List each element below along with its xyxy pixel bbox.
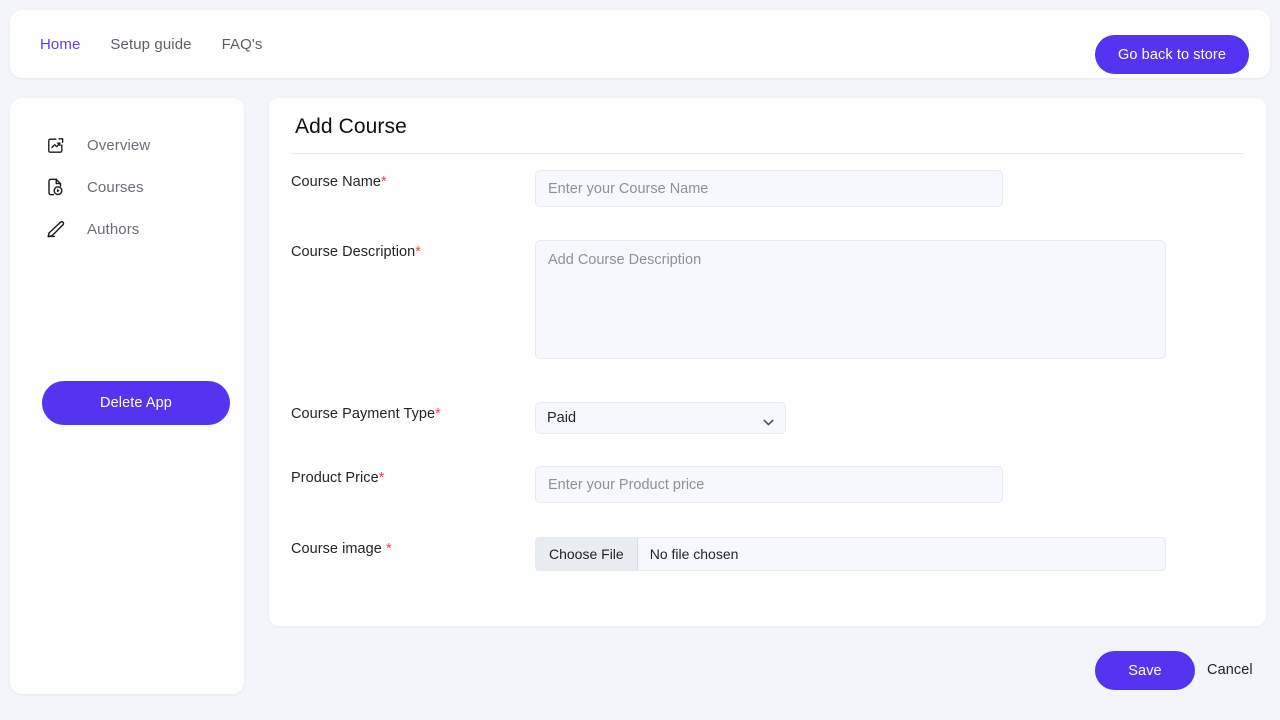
add-course-form-card: Add Course Course Name* Course Descripti… (269, 98, 1266, 626)
course-payment-type-select[interactable]: Paid (535, 402, 786, 434)
sidebar-item-label: Courses (87, 179, 144, 196)
required-asterisk: * (381, 174, 387, 190)
course-image-file-input[interactable]: Choose File No file chosen (535, 537, 1166, 571)
field-course-description: Course Description* (291, 240, 1244, 364)
save-button[interactable]: Save (1095, 651, 1195, 690)
field-product-price: Product Price* (291, 466, 1244, 503)
chart-square-icon (44, 134, 66, 156)
sidebar-item-label: Overview (87, 137, 150, 154)
course-payment-type-label: Course Payment Type* (291, 402, 535, 434)
top-navigation-bar: Home Setup guide FAQ's Go back to store (10, 10, 1270, 78)
sidebar-item-overview[interactable]: Overview (10, 128, 244, 162)
nav-link-setup-guide[interactable]: Setup guide (110, 36, 191, 53)
sidebar: Overview Courses Authors Delete App (10, 98, 244, 694)
product-price-input[interactable] (535, 466, 1003, 503)
required-asterisk: * (386, 541, 392, 557)
course-payment-type-select-wrapper: Paid (535, 402, 786, 434)
nav-link-faqs[interactable]: FAQ's (222, 36, 263, 53)
file-status-text: No file chosen (638, 538, 739, 570)
course-image-label: Course image * (291, 537, 535, 571)
required-asterisk: * (415, 244, 421, 260)
pencil-icon (44, 218, 66, 240)
course-name-label: Course Name* (291, 170, 535, 207)
sidebar-item-courses[interactable]: Courses (10, 170, 244, 204)
field-course-name: Course Name* (291, 170, 1244, 207)
field-course-image: Course image * Choose File No file chose… (291, 537, 1244, 571)
file-play-icon (44, 176, 66, 198)
page-title: Add Course (295, 115, 407, 139)
nav-links: Home Setup guide FAQ's (40, 36, 262, 53)
required-asterisk: * (379, 470, 385, 486)
product-price-label: Product Price* (291, 466, 535, 503)
go-back-to-store-button[interactable]: Go back to store (1095, 35, 1249, 74)
choose-file-button[interactable]: Choose File (536, 538, 638, 570)
sidebar-item-label: Authors (87, 221, 139, 238)
required-asterisk: * (435, 406, 441, 422)
selected-option-label: Paid (547, 410, 576, 426)
course-description-textarea[interactable] (535, 240, 1166, 359)
course-name-input[interactable] (535, 170, 1003, 207)
nav-link-home[interactable]: Home (40, 36, 80, 53)
course-description-label: Course Description* (291, 240, 535, 364)
title-divider (291, 153, 1244, 154)
cancel-button[interactable]: Cancel (1207, 662, 1253, 678)
field-course-payment-type: Course Payment Type* Paid (291, 402, 1244, 434)
sidebar-item-authors[interactable]: Authors (10, 212, 244, 246)
delete-app-button[interactable]: Delete App (42, 381, 230, 425)
